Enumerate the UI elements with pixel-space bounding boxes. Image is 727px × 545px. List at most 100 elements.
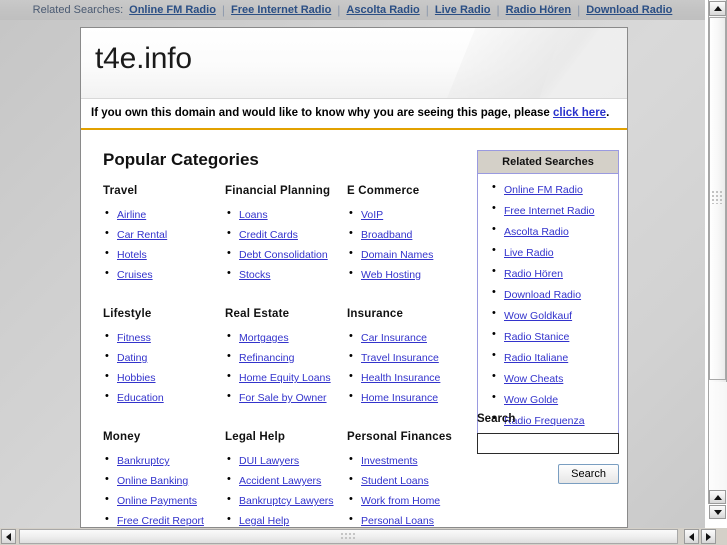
sidebar-link-radio-italiane[interactable]: Radio Italiane	[504, 352, 568, 364]
list-item: Web Hosting	[347, 267, 468, 281]
sidebar-link-free-internet-radio[interactable]: Free Internet Radio	[504, 205, 594, 217]
category-link-airline[interactable]: Airline	[117, 209, 146, 221]
category-link-dui-lawyers[interactable]: DUI Lawyers	[239, 455, 299, 467]
category-link-voip[interactable]: VoIP	[361, 209, 383, 221]
category-group-money: Money Bankruptcy Online Banking Online P…	[103, 431, 225, 527]
category-link-car-insurance[interactable]: Car Insurance	[361, 332, 427, 344]
scroll-up-button[interactable]	[709, 1, 726, 16]
list-item: Travel Insurance	[347, 350, 468, 364]
category-link-free-credit-report[interactable]: Free Credit Report	[117, 515, 204, 527]
sidebar-link-live-radio[interactable]: Live Radio	[504, 247, 554, 259]
list-item: Online FM Radio	[478, 182, 618, 196]
category-link-work-from-home[interactable]: Work from Home	[361, 495, 440, 507]
category-link-online-banking[interactable]: Online Banking	[117, 475, 188, 487]
category-link-online-payments[interactable]: Online Payments	[117, 495, 197, 507]
sidebar-link-ascolta-radio[interactable]: Ascolta Radio	[504, 226, 569, 238]
category-group-financial-planning: Financial Planning Loans Credit Cards De…	[225, 185, 347, 288]
category-group-real-estate: Real Estate Mortgages Refinancing Home E…	[225, 308, 347, 411]
sidebar-link-radio-stanice[interactable]: Radio Stanice	[504, 331, 569, 343]
sidebar-link-wow-goldkauf[interactable]: Wow Goldkauf	[504, 310, 572, 322]
category-link-personal-loans[interactable]: Personal Loans	[361, 515, 434, 527]
category-link-travel-insurance[interactable]: Travel Insurance	[361, 352, 439, 364]
category-link-student-loans[interactable]: Student Loans	[361, 475, 429, 487]
list-item: Stocks	[225, 267, 347, 281]
category-link-list: Mortgages Refinancing Home Equity Loans …	[225, 330, 347, 404]
scroll-left-button-secondary[interactable]	[684, 529, 699, 544]
category-group-e-commerce: E Commerce VoIP Broadband Domain Names W…	[347, 185, 468, 288]
category-group-personal-finances: Personal Finances Investments Student Lo…	[347, 431, 468, 527]
top-separator: |	[425, 3, 429, 17]
category-link-cruises[interactable]: Cruises	[117, 269, 153, 281]
list-item: Car Rental	[103, 227, 225, 241]
sidebar-link-wow-golde[interactable]: Wow Golde	[504, 394, 558, 406]
top-separator: |	[221, 3, 226, 17]
scrollbar-corner	[717, 528, 727, 545]
category-link-web-hosting[interactable]: Web Hosting	[361, 269, 421, 281]
top-link-live-radio[interactable]: Live Radio	[435, 4, 491, 16]
row-spacer	[103, 288, 468, 308]
search-block: Search Search	[477, 413, 619, 484]
category-link-refinancing[interactable]: Refinancing	[239, 352, 294, 364]
top-link-online-fm-radio[interactable]: Online FM Radio	[129, 4, 216, 16]
category-link-fitness[interactable]: Fitness	[117, 332, 151, 344]
category-link-bankruptcy-lawyers[interactable]: Bankruptcy Lawyers	[239, 495, 334, 507]
category-link-credit-cards[interactable]: Credit Cards	[239, 229, 298, 241]
chevron-down-icon	[713, 509, 722, 515]
category-link-broadband[interactable]: Broadband	[361, 229, 412, 241]
click-here-link[interactable]: click here	[553, 107, 606, 119]
horizontal-scrollbar[interactable]	[0, 528, 727, 545]
category-link-education[interactable]: Education	[117, 392, 164, 404]
category-link-mortgages[interactable]: Mortgages	[239, 332, 289, 344]
category-group-legal-help: Legal Help DUI Lawyers Accident Lawyers …	[225, 431, 347, 527]
search-input[interactable]	[477, 433, 619, 454]
category-link-list: Car Insurance Travel Insurance Health In…	[347, 330, 468, 404]
scroll-up-button-secondary[interactable]	[709, 490, 726, 504]
category-link-dating[interactable]: Dating	[117, 352, 147, 364]
scroll-left-button[interactable]	[1, 529, 16, 544]
related-searches-list: Online FM Radio Free Internet Radio Asco…	[478, 174, 618, 444]
list-item: Radio Hören	[478, 266, 618, 280]
top-link-ascolta-radio[interactable]: Ascolta Radio	[346, 4, 419, 16]
top-separator: |	[496, 3, 500, 17]
top-link-free-internet-radio[interactable]: Free Internet Radio	[231, 4, 331, 16]
category-link-bankruptcy[interactable]: Bankruptcy	[117, 455, 170, 467]
category-link-investments[interactable]: Investments	[361, 455, 418, 467]
category-link-list: Airline Car Rental Hotels Cruises	[103, 207, 225, 281]
scroll-down-button-secondary[interactable]	[709, 505, 726, 519]
list-item: Fitness	[103, 330, 225, 344]
category-link-home-insurance[interactable]: Home Insurance	[361, 392, 438, 404]
category-link-car-rental[interactable]: Car Rental	[117, 229, 167, 241]
category-link-home-equity-loans[interactable]: Home Equity Loans	[239, 372, 331, 384]
related-searches-top-label: Related Searches:	[32, 4, 124, 16]
category-heading: Travel	[103, 185, 138, 197]
scroll-right-button[interactable]	[701, 529, 716, 544]
list-item: Bankruptcy Lawyers	[225, 493, 347, 507]
list-item: Debt Consolidation	[225, 247, 347, 261]
category-link-for-sale-by-owner[interactable]: For Sale by Owner	[239, 392, 327, 404]
page-title-domain: t4e.info	[95, 42, 192, 75]
banner-swoosh-icon	[433, 28, 627, 98]
category-link-hobbies[interactable]: Hobbies	[117, 372, 156, 384]
category-link-accident-lawyers[interactable]: Accident Lawyers	[239, 475, 321, 487]
category-link-loans[interactable]: Loans	[239, 209, 268, 221]
sidebar-link-radio-horen[interactable]: Radio Hören	[504, 268, 563, 280]
search-button-row: Search	[477, 464, 619, 484]
category-link-health-insurance[interactable]: Health Insurance	[361, 372, 440, 384]
top-link-download-radio[interactable]: Download Radio	[586, 4, 672, 16]
list-item: Hotels	[103, 247, 225, 261]
sidebar-link-wow-cheats[interactable]: Wow Cheats	[504, 373, 563, 385]
category-link-legal-help[interactable]: Legal Help	[239, 515, 289, 527]
sidebar-link-online-fm-radio[interactable]: Online FM Radio	[504, 184, 583, 196]
list-item: Radio Italiane	[478, 350, 618, 364]
category-link-debt-consolidation[interactable]: Debt Consolidation	[239, 249, 328, 261]
search-button[interactable]: Search	[558, 464, 619, 484]
category-link-hotels[interactable]: Hotels	[117, 249, 147, 261]
top-link-radio-horen[interactable]: Radio Hören	[506, 4, 571, 16]
owner-notice-bar: If you own this domain and would like to…	[81, 99, 627, 130]
chevron-up-icon	[713, 6, 722, 11]
category-heading: Insurance	[347, 308, 404, 320]
category-link-stocks[interactable]: Stocks	[239, 269, 271, 281]
sidebar-link-download-radio[interactable]: Download Radio	[504, 289, 581, 301]
popular-categories-heading: Popular Categories	[103, 150, 259, 169]
category-link-domain-names[interactable]: Domain Names	[361, 249, 433, 261]
